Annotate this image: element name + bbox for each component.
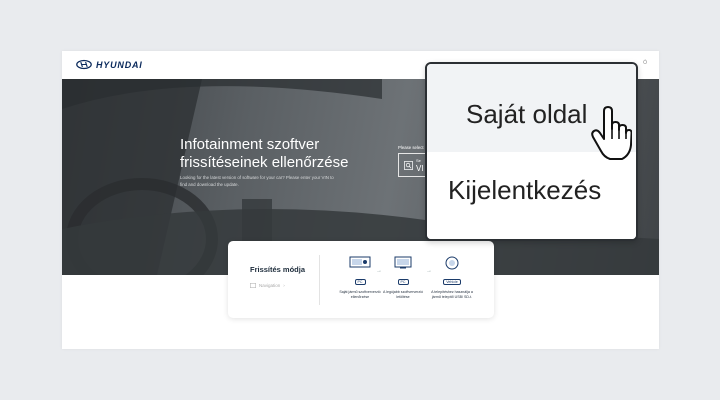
vin-text: Se VI [416,157,424,173]
step-3: Vehicle A telepítéshez használja a jármű… [430,256,474,300]
vehicle-usb-icon [445,256,459,270]
update-method-card: Frissítés módja Navigation › PC Saját já… [228,241,494,318]
vin-value-text: VI [416,164,424,173]
card-title: Frissítés módja [250,265,306,274]
menu-item-logout[interactable]: Kijelentkezés [427,152,636,239]
hero-title: Infotainment szoftver frissítéseinek ell… [180,136,349,171]
hyundai-logo[interactable]: HYUNDAI [76,59,143,70]
menu-item-logout-label: Kijelentkezés [448,175,602,205]
navigation-link[interactable]: Navigation › [250,283,285,288]
vin-select-label: Please select [398,145,424,150]
hero-subtitle: Looking for the latest version of softwa… [180,175,334,187]
step-2: PC A legújabb szoftververzió letöltése [381,256,425,300]
step-2-tag: PC [397,279,409,285]
step-2-text: A legújabb szoftververzió letöltése [383,290,423,300]
step-1: PC Saját jármű szoftververzió ellenőrzés… [338,256,382,300]
vin-search-icon [404,160,413,170]
logo-text: HYUNDAI [96,59,143,70]
menu-item-my-page-label: Saját oldal [466,99,588,129]
header-right-text: Ó [643,60,647,66]
step-1-text: Saját jármű szoftververzió ellenőrzése [339,290,381,300]
hyundai-logo-icon [76,59,92,70]
step-1-tag: PC [354,279,366,285]
monitor-check-icon [349,256,371,268]
step-3-tag: Vehicle [443,279,461,285]
chevron-right-icon: › [283,283,285,288]
navigation-label: Navigation [259,283,281,288]
card-divider [319,255,320,305]
monitor-download-icon [394,256,412,269]
navigation-icon [250,283,256,288]
step-3-text: A telepítéshez használja a jármű telepít… [431,290,473,300]
hand-pointer-icon [591,106,632,160]
